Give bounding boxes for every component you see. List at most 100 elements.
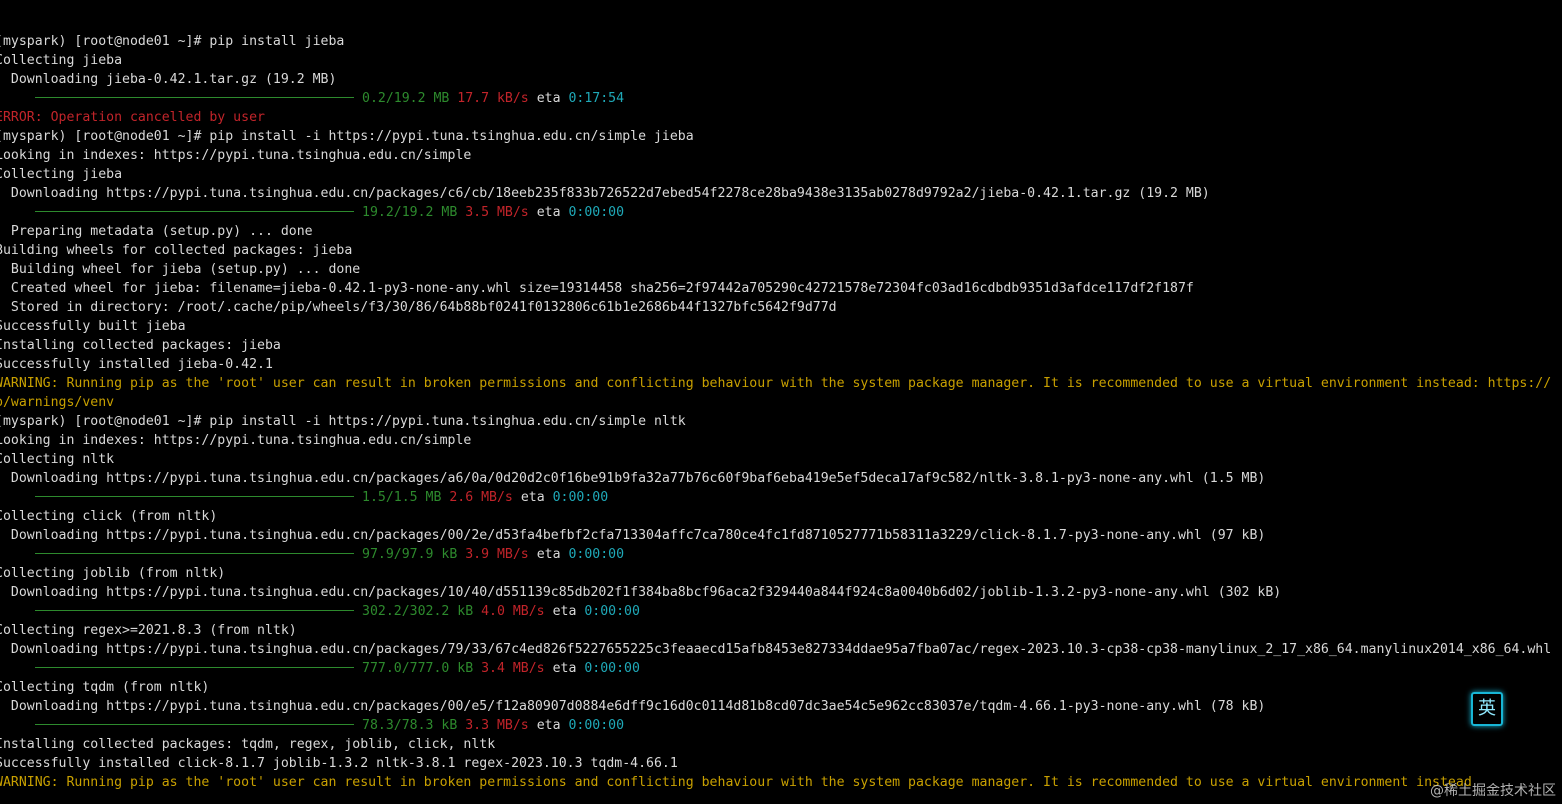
terminal-text: 0:00:00 bbox=[568, 547, 625, 562]
terminal-text: eta bbox=[528, 91, 569, 106]
terminal-text: WARNING: Running pip as the 'root' user … bbox=[0, 775, 1472, 790]
terminal-text: Downloading https://pypi.tuna.tsinghua.e… bbox=[0, 471, 1266, 486]
terminal-text: Building wheel for jieba (setup.py) ... … bbox=[0, 262, 361, 277]
terminal-text: eta bbox=[528, 205, 569, 220]
progress-line: 302.2/302.2 kB 4.0 MB/s eta 0:00:00 bbox=[0, 602, 1562, 621]
terminal-text: Collecting jieba bbox=[0, 53, 123, 68]
terminal-line: Building wheel for jieba (setup.py) ... … bbox=[0, 260, 1562, 279]
language-switch-icon[interactable]: 英 bbox=[1471, 692, 1503, 726]
terminal-line: Installing collected packages: tqdm, reg… bbox=[0, 735, 1562, 754]
terminal-line: Looking in indexes: https://pypi.tuna.ts… bbox=[0, 146, 1562, 165]
terminal-text: Downloading https://pypi.tuna.tsinghua.e… bbox=[0, 699, 1266, 714]
terminal-output[interactable]: (myspark) [root@node01 ~]# pip install j… bbox=[0, 32, 1562, 792]
terminal-line: Downloading https://pypi.tuna.tsinghua.e… bbox=[0, 583, 1562, 602]
terminal-text: Installing collected packages: tqdm, reg… bbox=[0, 737, 496, 752]
progress-bar bbox=[35, 96, 354, 98]
terminal-text: Building wheels for collected packages: … bbox=[0, 243, 353, 258]
terminal-line: (myspark) [root@node01 ~]# pip install j… bbox=[0, 32, 1562, 51]
terminal-text: 302.2/302.2 kB bbox=[362, 604, 474, 619]
terminal-text: Collecting jieba bbox=[0, 167, 123, 182]
terminal-line: p/warnings/venv bbox=[0, 393, 1562, 412]
progress-bar bbox=[35, 495, 354, 497]
terminal-text: Successfully installed click-8.1.7 jobli… bbox=[0, 756, 678, 771]
terminal-line: Collecting tqdm (from nltk) bbox=[0, 678, 1562, 697]
terminal-line: Looking in indexes: https://pypi.tuna.ts… bbox=[0, 431, 1562, 450]
terminal-line: Building wheels for collected packages: … bbox=[0, 241, 1562, 260]
terminal-line: (myspark) [root@node01 ~]# pip install -… bbox=[0, 127, 1562, 146]
progress-line: 777.0/777.0 kB 3.4 MB/s eta 0:00:00 bbox=[0, 659, 1562, 678]
progress-bar bbox=[35, 666, 354, 668]
terminal-text: Collecting joblib (from nltk) bbox=[0, 566, 226, 581]
terminal-text: 19.2/19.2 MB bbox=[362, 205, 458, 220]
terminal-line: Downloading https://pypi.tuna.tsinghua.e… bbox=[0, 526, 1562, 545]
terminal-text: eta bbox=[528, 718, 569, 733]
terminal-text: Downloading https://pypi.tuna.tsinghua.e… bbox=[0, 186, 1210, 201]
terminal-text: 3.4 MB/s bbox=[473, 661, 545, 676]
terminal-text: 78.3/78.3 kB bbox=[362, 718, 458, 733]
terminal-line: Created wheel for jieba: filename=jieba-… bbox=[0, 279, 1562, 298]
progress-line: 78.3/78.3 kB 3.3 MB/s eta 0:00:00 bbox=[0, 716, 1562, 735]
terminal-text: Looking in indexes: https://pypi.tuna.ts… bbox=[0, 148, 472, 163]
terminal-text: ERROR: Operation cancelled by user bbox=[0, 110, 265, 125]
terminal-text: Collecting tqdm (from nltk) bbox=[0, 680, 210, 695]
terminal-text: 0:00:00 bbox=[552, 490, 609, 505]
terminal-line: Collecting click (from nltk) bbox=[0, 507, 1562, 526]
terminal-text: eta bbox=[544, 604, 585, 619]
terminal-text: Downloading https://pypi.tuna.tsinghua.e… bbox=[0, 642, 1552, 657]
terminal-line: Stored in directory: /root/.cache/pip/wh… bbox=[0, 298, 1562, 317]
terminal-text: Downloading jieba-0.42.1.tar.gz (19.2 MB… bbox=[0, 72, 337, 87]
terminal-text: 97.9/97.9 kB bbox=[362, 547, 458, 562]
terminal-text: 3.9 MB/s bbox=[457, 547, 529, 562]
terminal-text: Installing collected packages: jieba bbox=[0, 338, 281, 353]
terminal-text: 0:00:00 bbox=[568, 718, 625, 733]
terminal-text: 17.7 kB/s bbox=[449, 91, 529, 106]
terminal-text: 3.5 MB/s bbox=[457, 205, 529, 220]
terminal-line: Collecting nltk bbox=[0, 450, 1562, 469]
terminal-text: Successfully installed jieba-0.42.1 bbox=[0, 357, 273, 372]
progress-line: 0.2/19.2 MB 17.7 kB/s eta 0:17:54 bbox=[0, 89, 1562, 108]
progress-bar bbox=[35, 210, 354, 212]
terminal-line: Downloading jieba-0.42.1.tar.gz (19.2 MB… bbox=[0, 70, 1562, 89]
terminal-text: (myspark) [root@node01 ~]# pip install j… bbox=[0, 34, 345, 49]
terminal-line: Preparing metadata (setup.py) ... done bbox=[0, 222, 1562, 241]
terminal-text: 2.6 MB/s bbox=[441, 490, 513, 505]
terminal-text: 0:00:00 bbox=[568, 205, 625, 220]
terminal-text: (myspark) [root@node01 ~]# pip install -… bbox=[0, 129, 694, 144]
terminal-text: 777.0/777.0 kB bbox=[362, 661, 474, 676]
terminal-text: p/warnings/venv bbox=[0, 395, 115, 410]
terminal-text: Collecting regex>=2021.8.3 (from nltk) bbox=[0, 623, 297, 638]
terminal-line: Collecting joblib (from nltk) bbox=[0, 564, 1562, 583]
terminal-line: Installing collected packages: jieba bbox=[0, 336, 1562, 355]
terminal-text: WARNING: Running pip as the 'root' user … bbox=[0, 376, 1552, 391]
terminal-text: (myspark) [root@node01 ~]# pip install -… bbox=[0, 414, 686, 429]
terminal-line: Collecting regex>=2021.8.3 (from nltk) bbox=[0, 621, 1562, 640]
progress-line: 19.2/19.2 MB 3.5 MB/s eta 0:00:00 bbox=[0, 203, 1562, 222]
terminal-line: Successfully built jieba bbox=[0, 317, 1562, 336]
progress-bar bbox=[35, 723, 354, 725]
terminal-text: 1.5/1.5 MB bbox=[362, 490, 442, 505]
terminal-line: Successfully installed jieba-0.42.1 bbox=[0, 355, 1562, 374]
terminal-text: 0:17:54 bbox=[568, 91, 625, 106]
terminal-line: ERROR: Operation cancelled by user bbox=[0, 108, 1562, 127]
terminal-line: Downloading https://pypi.tuna.tsinghua.e… bbox=[0, 184, 1562, 203]
terminal-text: 0:00:00 bbox=[584, 661, 640, 676]
terminal-text: eta bbox=[544, 661, 585, 676]
terminal-text: Preparing metadata (setup.py) ... done bbox=[0, 224, 313, 239]
terminal-text: Downloading https://pypi.tuna.tsinghua.e… bbox=[0, 585, 1282, 600]
terminal-text: 0.2/19.2 MB bbox=[362, 91, 450, 106]
terminal-text: Successfully built jieba bbox=[0, 319, 186, 334]
terminal-line: (myspark) [root@node01 ~]# pip install -… bbox=[0, 412, 1562, 431]
terminal-text: Collecting nltk bbox=[0, 452, 115, 467]
terminal-line: Downloading https://pypi.tuna.tsinghua.e… bbox=[0, 640, 1562, 659]
terminal-line: Downloading https://pypi.tuna.tsinghua.e… bbox=[0, 697, 1562, 716]
terminal-text: 0:00:00 bbox=[584, 604, 640, 619]
progress-bar bbox=[35, 609, 354, 611]
terminal-line: Successfully installed click-8.1.7 jobli… bbox=[0, 754, 1562, 773]
terminal-line: Downloading https://pypi.tuna.tsinghua.e… bbox=[0, 469, 1562, 488]
terminal-text: eta bbox=[512, 490, 553, 505]
terminal-line: WARNING: Running pip as the 'root' user … bbox=[0, 374, 1562, 393]
terminal-text: Collecting click (from nltk) bbox=[0, 509, 218, 524]
terminal-text: Created wheel for jieba: filename=jieba-… bbox=[0, 281, 1194, 296]
terminal-text: 4.0 MB/s bbox=[473, 604, 545, 619]
terminal-text: Looking in indexes: https://pypi.tuna.ts… bbox=[0, 433, 472, 448]
